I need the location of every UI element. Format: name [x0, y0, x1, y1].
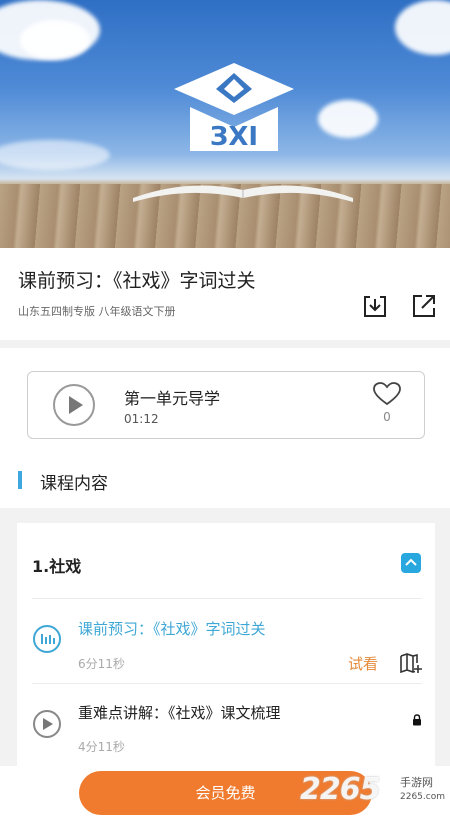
graduation-cap-logo: ЗXI	[174, 63, 294, 152]
audio-wave-icon	[33, 625, 61, 653]
watermark-sub: 手游网	[400, 776, 433, 789]
section-accent-bar	[18, 471, 22, 489]
svg-text:ЗXI: ЗXI	[210, 122, 258, 152]
lesson-title[interactable]: 重难点讲解：《社戏》课文梳理	[78, 702, 281, 723]
map-add-icon[interactable]	[399, 652, 423, 674]
section-title: 课程内容	[40, 474, 108, 494]
divider	[32, 598, 422, 599]
chapter-title[interactable]: 1.社戏	[32, 553, 81, 577]
course-banner: ЗXI	[0, 0, 450, 248]
download-icon[interactable]	[362, 293, 388, 319]
lesson-duration: 6分11秒	[78, 657, 125, 671]
course-title: 课前预习：《社戏》字词过关	[18, 270, 256, 292]
intro-audio-card[interactable]: 第一单元导学 01:12 0	[27, 371, 425, 439]
lock-icon	[413, 714, 421, 726]
share-icon[interactable]	[411, 293, 437, 319]
heart-icon[interactable]	[373, 382, 401, 406]
open-book-image	[133, 185, 353, 202]
play-icon[interactable]	[52, 383, 96, 427]
like-count: 0	[383, 410, 391, 424]
lesson-title-active[interactable]: 课前预习：《社戏》字词过关	[78, 618, 266, 639]
lesson-duration: 4分11秒	[78, 740, 125, 754]
audio-duration: 01:12	[124, 412, 159, 426]
course-subtitle: 山东五四制专版 八年级语文下册	[18, 305, 176, 318]
audio-card-section: 第一单元导学 01:12 0	[0, 348, 450, 452]
divider	[32, 683, 422, 684]
play-icon[interactable]	[32, 709, 62, 739]
collapse-button[interactable]	[401, 553, 421, 573]
course-header: 课前预习：《社戏》字词过关 山东五四制专版 八年级语文下册	[0, 248, 450, 340]
bottom-bar: 会员免费 2265 手游网 2265.com	[0, 766, 450, 818]
section-header: 课程内容	[0, 452, 450, 508]
watermark-brand: 2265	[300, 772, 380, 807]
watermark-url: 2265.com	[400, 792, 445, 802]
trial-button[interactable]: 试看	[348, 653, 378, 674]
audio-title: 第一单元导学	[124, 389, 221, 408]
course-content-list: 1.社戏 课前预习：《社戏》字词过关 6分11秒 试看 重难点讲解：《社戏》课文…	[17, 523, 435, 773]
chevron-up-icon	[405, 558, 417, 566]
